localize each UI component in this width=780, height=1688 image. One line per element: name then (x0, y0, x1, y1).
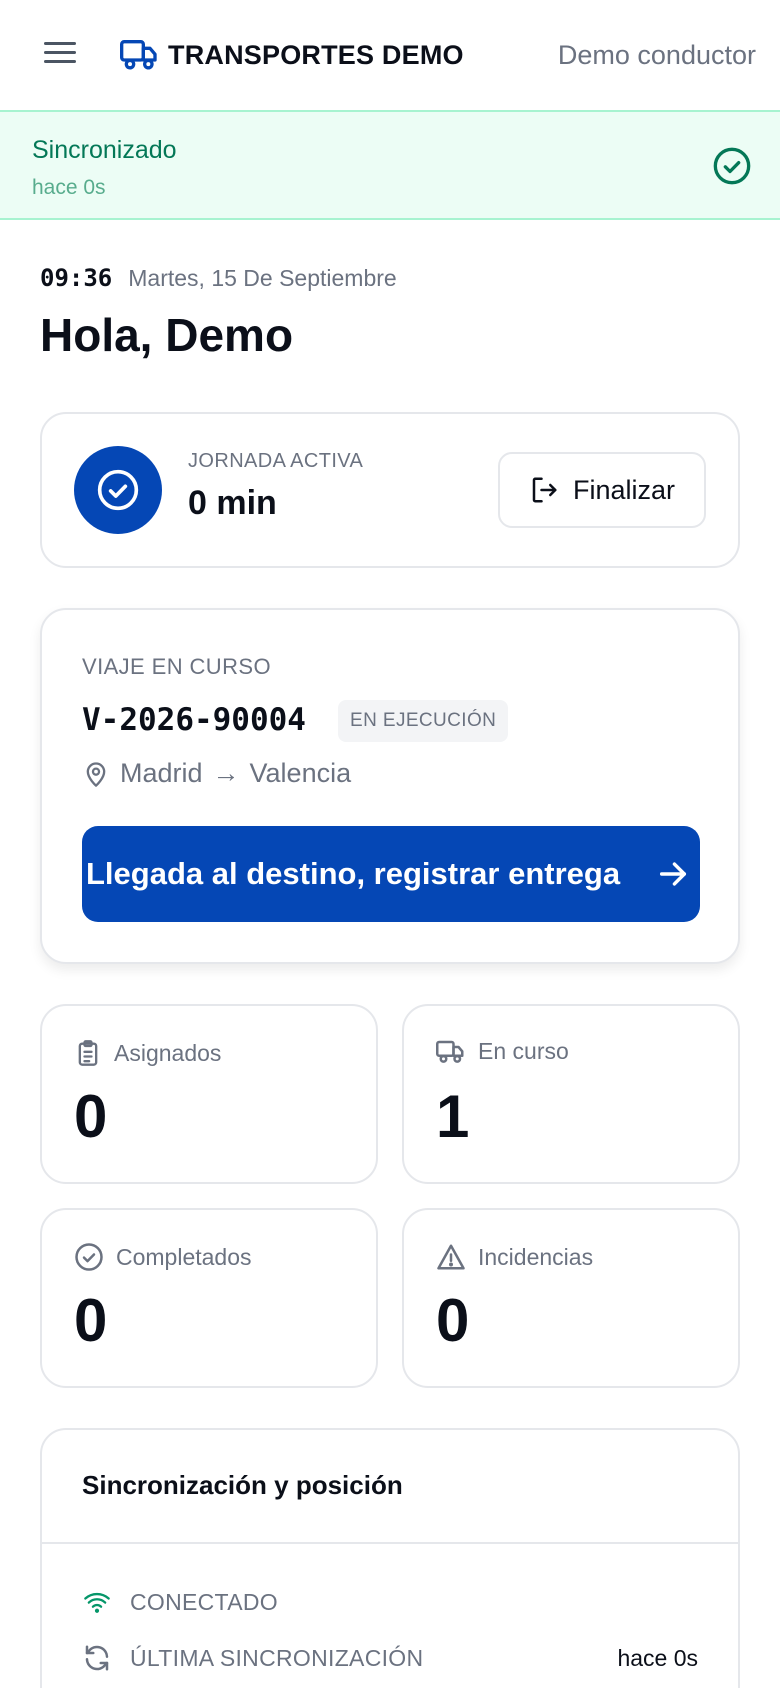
truck-icon (436, 1040, 464, 1063)
trip-status-badge: EN EJECUCIÓN (338, 700, 509, 742)
shift-card: JORNADA ACTIVA 0 min Finalizar (40, 412, 740, 568)
stat-card-assigned[interactable]: Asignados 0 (40, 1004, 378, 1184)
sync-status-text: Sincronizado (32, 136, 177, 164)
sync-panel-title: Sincronización y posición (82, 1470, 403, 1500)
stat-card-completed[interactable]: Completados 0 (40, 1208, 378, 1388)
last-sync-label: ÚLTIMA SINCRONIZACIÓN (130, 1644, 424, 1671)
stat-value: 0 (74, 1083, 108, 1150)
last-sync-row: ÚLTIMA SINCRONIZACIÓN hace 0s (82, 1638, 698, 1678)
finish-shift-button[interactable]: Finalizar (498, 452, 706, 528)
stat-label: Incidencias (478, 1243, 594, 1270)
stat-card-incidents[interactable]: Incidencias 0 (402, 1208, 740, 1388)
hamburger-icon (44, 42, 76, 45)
brand: TRANSPORTES DEMO (120, 38, 464, 72)
shift-duration: 0 min (188, 484, 277, 522)
user-name[interactable]: Demo conductor (558, 40, 756, 71)
connection-row: CONECTADO (82, 1582, 698, 1622)
wifi-icon (84, 1592, 110, 1613)
logout-icon (532, 477, 557, 503)
shift-status-indicator (74, 446, 162, 534)
trip-section-label: VIAJE EN CURSO (82, 654, 271, 679)
top-bar: TRANSPORTES DEMO Demo conductor (0, 0, 780, 110)
stat-label: Completados (116, 1243, 252, 1270)
menu-button[interactable] (44, 38, 84, 74)
current-time: 09:36 (40, 264, 113, 292)
shift-label: JORNADA ACTIVA (188, 450, 364, 472)
check-circle-icon (75, 1243, 103, 1271)
sync-time-text: hace 0s (32, 176, 106, 199)
stat-card-in-progress[interactable]: En curso 1 (402, 1004, 740, 1184)
warning-icon (437, 1244, 465, 1270)
stat-value: 1 (436, 1083, 470, 1150)
check-circle-icon (713, 147, 751, 185)
route-arrow: → (212, 758, 240, 788)
sync-position-panel: Sincronización y posición CONECTADO ÚLTI… (40, 1428, 740, 1688)
arrow-right-icon (659, 862, 687, 886)
trip-origin: Madrid (120, 758, 203, 788)
map-pin-icon (86, 761, 106, 787)
last-sync-value: hace 0s (617, 1644, 698, 1671)
brand-name: TRANSPORTES DEMO (168, 39, 464, 70)
stat-value: 0 (74, 1287, 108, 1354)
current-trip-card: VIAJE EN CURSO V-2026-90004 EN EJECUCIÓN… (40, 608, 740, 964)
finish-shift-label: Finalizar (572, 474, 676, 505)
register-delivery-label: Llegada al destino, registrar entrega (86, 856, 621, 891)
register-delivery-button[interactable]: Llegada al destino, registrar entrega (82, 826, 700, 922)
sync-status-banner: Sincronizado hace 0s (0, 110, 780, 220)
trip-destination: Valencia (249, 758, 352, 788)
stat-value: 0 (436, 1287, 470, 1354)
check-circle-icon (97, 469, 139, 511)
stat-label: En curso (478, 1038, 569, 1064)
greeting: Hola, Demo (40, 309, 294, 361)
clock-row: 09:36 Martes, 15 De Septiembre (40, 264, 397, 292)
truck-icon (120, 39, 157, 70)
trip-code[interactable]: V-2026-90004 (82, 702, 306, 738)
refresh-icon (85, 1645, 109, 1671)
trip-route: Madrid → Valencia (82, 758, 351, 789)
clipboard-icon (78, 1040, 98, 1066)
connection-status: CONECTADO (130, 1588, 278, 1615)
current-date: Martes, 15 De Septiembre (128, 265, 397, 291)
divider (42, 1542, 738, 1544)
stat-label: Asignados (114, 1039, 222, 1066)
